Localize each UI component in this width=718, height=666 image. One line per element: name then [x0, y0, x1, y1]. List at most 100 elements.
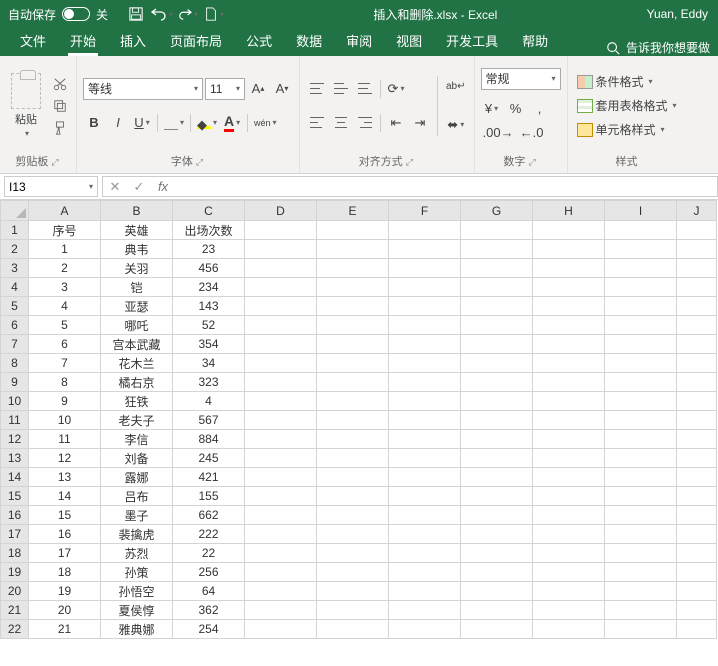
cell[interactable]	[533, 411, 605, 430]
cell[interactable]	[533, 449, 605, 468]
cell[interactable]	[245, 506, 317, 525]
cell[interactable]	[389, 601, 461, 620]
tab-page-layout[interactable]: 页面布局	[158, 25, 234, 56]
tab-view[interactable]: 视图	[384, 25, 434, 56]
cell[interactable]	[317, 468, 389, 487]
font-size-combo[interactable]: 11▾	[205, 78, 245, 100]
cell[interactable]	[317, 430, 389, 449]
cell[interactable]	[245, 563, 317, 582]
column-header-I[interactable]: I	[605, 201, 677, 221]
cell[interactable]: 露娜	[101, 468, 173, 487]
cell[interactable]	[389, 620, 461, 639]
cell[interactable]: 20	[29, 601, 101, 620]
cell[interactable]	[605, 601, 677, 620]
cell[interactable]: 亚瑟	[101, 297, 173, 316]
cell[interactable]	[317, 354, 389, 373]
cell[interactable]	[677, 601, 717, 620]
cell[interactable]	[461, 506, 533, 525]
cell[interactable]	[533, 544, 605, 563]
cell[interactable]	[677, 316, 717, 335]
column-header-B[interactable]: B	[101, 201, 173, 221]
row-header[interactable]: 21	[1, 601, 29, 620]
cell[interactable]	[461, 411, 533, 430]
cell[interactable]	[533, 316, 605, 335]
cell[interactable]: 17	[29, 544, 101, 563]
phonetic-button[interactable]: wén▾	[252, 112, 279, 134]
cell[interactable]	[533, 373, 605, 392]
cell[interactable]	[533, 430, 605, 449]
cell[interactable]	[317, 373, 389, 392]
cell[interactable]	[317, 335, 389, 354]
tab-home[interactable]: 开始	[58, 25, 108, 56]
cell[interactable]: 裴擒虎	[101, 525, 173, 544]
cell[interactable]	[317, 506, 389, 525]
cell[interactable]: 23	[173, 240, 245, 259]
cell[interactable]	[317, 525, 389, 544]
align-right-button[interactable]	[354, 112, 376, 134]
name-box[interactable]: I13▾	[4, 176, 98, 197]
cell[interactable]	[317, 411, 389, 430]
cell[interactable]	[461, 449, 533, 468]
cell[interactable]	[677, 525, 717, 544]
row-header[interactable]: 2	[1, 240, 29, 259]
cell[interactable]: 456	[173, 259, 245, 278]
tab-developer[interactable]: 开发工具	[434, 25, 510, 56]
cell[interactable]: 典韦	[101, 240, 173, 259]
cell[interactable]: 花木兰	[101, 354, 173, 373]
cell[interactable]	[533, 259, 605, 278]
cell[interactable]	[389, 468, 461, 487]
cell[interactable]	[461, 373, 533, 392]
cell[interactable]	[245, 411, 317, 430]
cell[interactable]	[389, 430, 461, 449]
font-color-button[interactable]: A▾	[221, 112, 243, 134]
cell[interactable]	[533, 354, 605, 373]
cell[interactable]	[677, 411, 717, 430]
merge-center-button[interactable]: ⬌▾	[444, 114, 468, 136]
cell[interactable]	[605, 620, 677, 639]
cell[interactable]	[389, 240, 461, 259]
cell[interactable]	[461, 316, 533, 335]
cell[interactable]	[533, 392, 605, 411]
row-header[interactable]: 5	[1, 297, 29, 316]
cell[interactable]	[533, 582, 605, 601]
cell[interactable]	[533, 221, 605, 240]
cell[interactable]: 662	[173, 506, 245, 525]
cell[interactable]	[605, 392, 677, 411]
decrease-font-button[interactable]: A▾	[271, 78, 293, 100]
formula-input[interactable]	[175, 176, 718, 197]
row-header[interactable]: 22	[1, 620, 29, 639]
cell[interactable]: 14	[29, 487, 101, 506]
cancel-formula-button[interactable]: ✕	[103, 177, 127, 196]
borders-button[interactable]: ▾	[162, 112, 186, 134]
cell[interactable]: 222	[173, 525, 245, 544]
insert-function-button[interactable]: fx	[151, 177, 175, 196]
cell[interactable]	[605, 411, 677, 430]
cell[interactable]	[605, 582, 677, 601]
cell[interactable]: 10	[29, 411, 101, 430]
row-header[interactable]: 12	[1, 430, 29, 449]
save-button[interactable]	[124, 2, 148, 26]
tab-data[interactable]: 数据	[284, 25, 334, 56]
redo-button[interactable]: ▾	[176, 2, 200, 26]
cell[interactable]	[317, 278, 389, 297]
column-header-E[interactable]: E	[317, 201, 389, 221]
cell[interactable]: 李信	[101, 430, 173, 449]
cell[interactable]	[317, 563, 389, 582]
cell[interactable]	[245, 449, 317, 468]
cell[interactable]	[605, 278, 677, 297]
autosave-toggle[interactable]: 自动保存 关	[0, 6, 116, 23]
cell[interactable]	[533, 278, 605, 297]
cell[interactable]	[245, 468, 317, 487]
cell[interactable]: 5	[29, 316, 101, 335]
cell[interactable]	[677, 430, 717, 449]
row-header[interactable]: 16	[1, 506, 29, 525]
align-bottom-button[interactable]	[354, 78, 376, 100]
cell[interactable]	[389, 392, 461, 411]
row-header[interactable]: 8	[1, 354, 29, 373]
cell[interactable]	[389, 278, 461, 297]
cell[interactable]	[605, 544, 677, 563]
cell[interactable]: 哪吒	[101, 316, 173, 335]
cell[interactable]	[605, 240, 677, 259]
cell[interactable]	[317, 601, 389, 620]
user-name[interactable]: Yuan, Eddy	[637, 7, 718, 21]
